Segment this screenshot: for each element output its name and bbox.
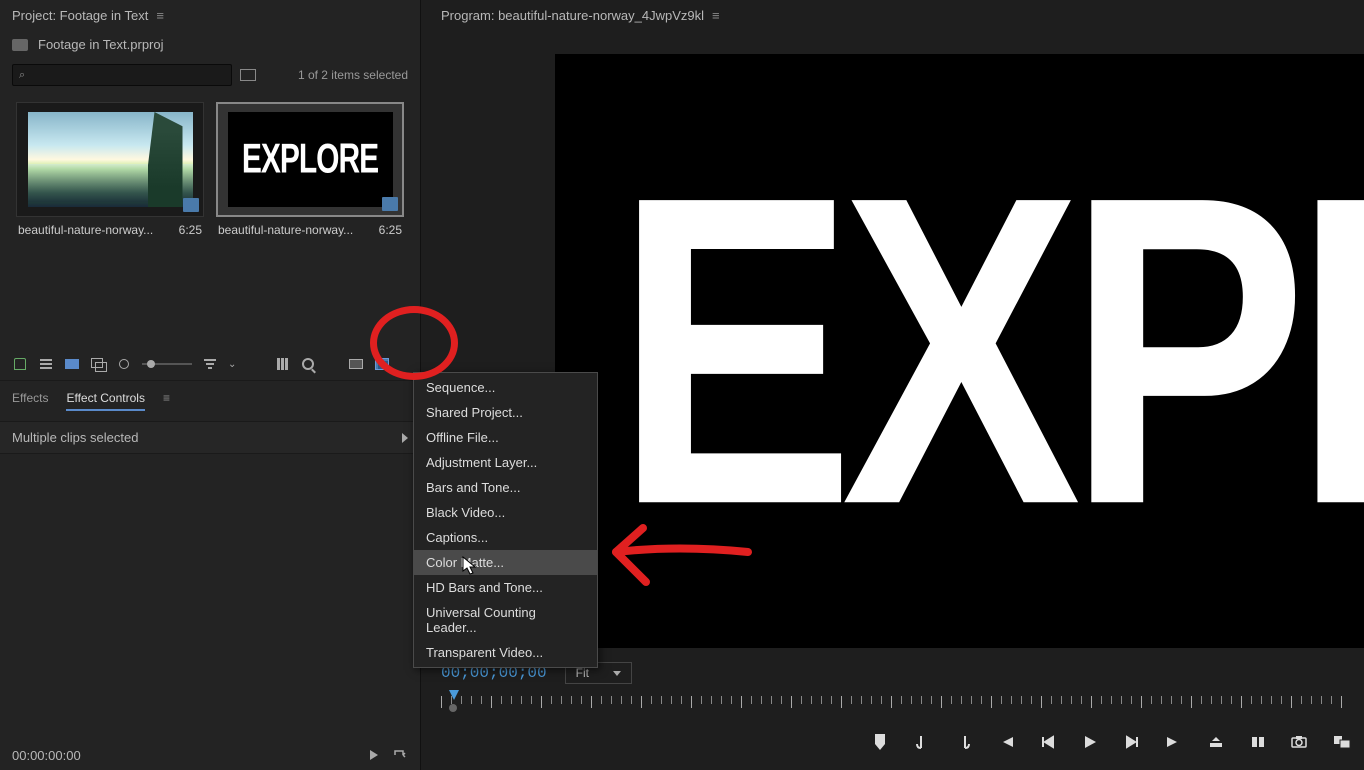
effect-controls-footer: 00:00:00:00 [0, 740, 420, 770]
transport-controls [870, 732, 1352, 752]
panel-menu-icon[interactable]: ≡ [163, 391, 170, 411]
expand-icon [402, 433, 408, 443]
step-forward-button[interactable] [1122, 732, 1142, 752]
menu-item-transparent-video[interactable]: Transparent Video... [414, 640, 597, 665]
bin-icon [12, 39, 28, 51]
timeline-ruler[interactable] [441, 690, 1344, 712]
search-icon: ⌕ [19, 69, 25, 82]
new-item-context-menu: Sequence... Shared Project... Offline Fi… [413, 372, 598, 668]
project-file-name: Footage in Text.prproj [38, 37, 164, 52]
project-panel-title: Project: Footage in Text [12, 8, 148, 23]
go-to-in-button[interactable] [996, 732, 1016, 752]
program-panel-header: Program: beautiful-nature-norway_4JwpVz9… [421, 0, 1364, 31]
clip-name: beautiful-nature-norway... [218, 223, 353, 237]
add-marker-button[interactable] [870, 732, 890, 752]
panel-menu-icon[interactable]: ≡ [712, 8, 720, 23]
project-file-row: Footage in Text.prproj [0, 31, 420, 58]
sort-icon[interactable] [202, 356, 218, 372]
clip-duration: 6:25 [379, 223, 402, 237]
chevron-down-icon[interactable]: ⌄ [228, 359, 236, 370]
multiple-clips-label: Multiple clips selected [12, 430, 138, 445]
menu-item-shared-project[interactable]: Shared Project... [414, 400, 597, 425]
export-frame-button[interactable] [1290, 732, 1310, 752]
clip-duration: 6:25 [179, 223, 202, 237]
zoom-slider[interactable] [142, 363, 192, 365]
project-panel-header: Project: Footage in Text ≡ [0, 0, 420, 31]
list-view-icon[interactable] [38, 356, 54, 372]
program-title: Program: beautiful-nature-norway_4JwpVz9… [441, 8, 704, 23]
mark-in-button[interactable] [912, 732, 932, 752]
selection-status: 1 of 2 items selected [298, 68, 408, 82]
program-monitor[interactable]: EXPLORE [555, 54, 1364, 648]
project-search-row: ⌕ 1 of 2 items selected [0, 58, 420, 92]
effects-panel: Effects Effect Controls ≡ Multiple clips… [0, 380, 420, 740]
play-icon[interactable] [366, 747, 382, 763]
play-button[interactable] [1080, 732, 1100, 752]
mark-out-button[interactable] [954, 732, 974, 752]
fit-label: Fit [576, 666, 589, 680]
comparison-view-button[interactable] [1332, 732, 1352, 752]
menu-item-color-matte[interactable]: Color Matte... [414, 550, 597, 575]
new-bin-button[interactable] [348, 356, 364, 372]
sequence-badge-icon [382, 197, 398, 211]
new-bin-icon[interactable] [240, 69, 256, 81]
project-panel: Project: Footage in Text ≡ Footage in Te… [0, 0, 420, 380]
find-icon[interactable] [300, 356, 316, 372]
search-input[interactable]: ⌕ [12, 64, 232, 86]
freeform-view-icon[interactable] [90, 356, 106, 372]
tab-effect-controls[interactable]: Effect Controls [66, 391, 144, 411]
menu-item-captions[interactable]: Captions... [414, 525, 597, 550]
clip-thumbnail: EXPLORE [216, 102, 404, 217]
lift-button[interactable] [1206, 732, 1226, 752]
ruler-ticks [441, 696, 1344, 704]
panel-menu-icon[interactable]: ≡ [156, 8, 164, 23]
project-toolbar: ⌄ [12, 356, 408, 372]
menu-item-adjustment-layer[interactable]: Adjustment Layer... [414, 450, 597, 475]
scroll-handle[interactable] [449, 704, 457, 712]
thumb-text: EXPLORE [242, 136, 378, 184]
step-back-button[interactable] [1038, 732, 1058, 752]
clip-item[interactable]: EXPLORE beautiful-nature-norway... 6:25 [216, 102, 404, 243]
loop-icon[interactable] [392, 747, 408, 763]
monitor-text: EXPLORE [615, 98, 1364, 603]
new-item-button[interactable] [374, 356, 390, 372]
icon-view-icon[interactable] [64, 356, 80, 372]
effect-controls-header[interactable]: Multiple clips selected [0, 421, 420, 454]
clip-thumbnail [16, 102, 204, 217]
automate-to-sequence-icon[interactable] [274, 356, 290, 372]
clip-name: beautiful-nature-norway... [18, 223, 153, 237]
menu-item-hd-bars-and-tone[interactable]: HD Bars and Tone... [414, 575, 597, 600]
tab-effects[interactable]: Effects [12, 391, 48, 411]
extract-button[interactable] [1248, 732, 1268, 752]
effects-tabs: Effects Effect Controls ≡ [0, 381, 420, 421]
menu-item-universal-counting-leader[interactable]: Universal Counting Leader... [414, 600, 597, 640]
menu-item-black-video[interactable]: Black Video... [414, 500, 597, 525]
clips-grid: beautiful-nature-norway... 6:25 EXPLORE … [0, 92, 420, 253]
go-to-out-button[interactable] [1164, 732, 1184, 752]
zoom-handle-icon[interactable] [116, 356, 132, 372]
sequence-badge-icon [183, 198, 199, 212]
menu-item-offline-file[interactable]: Offline File... [414, 425, 597, 450]
menu-item-bars-and-tone[interactable]: Bars and Tone... [414, 475, 597, 500]
footer-timecode: 00:00:00:00 [12, 748, 81, 763]
clip-item[interactable]: beautiful-nature-norway... 6:25 [16, 102, 204, 243]
chevron-down-icon [613, 671, 621, 676]
menu-item-sequence[interactable]: Sequence... [414, 375, 597, 400]
lock-icon[interactable] [12, 356, 28, 372]
